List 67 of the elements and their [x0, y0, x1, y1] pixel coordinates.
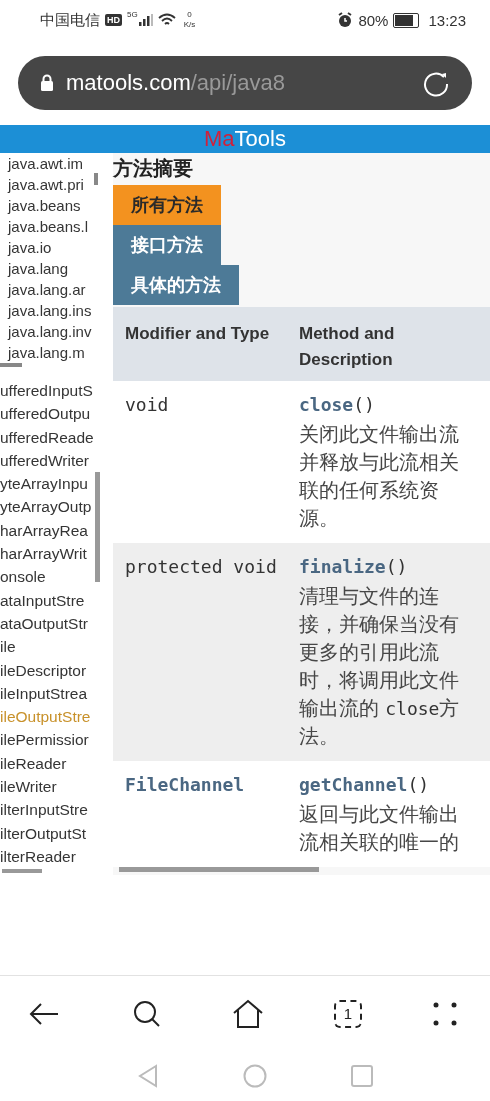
method-filter-tab[interactable]: 具体的方法 [113, 265, 239, 305]
method-description: 返回与此文件输出流相关联的唯一的 [299, 802, 460, 856]
method-description: 关闭此文件输出流并释放与此流相关联的任何系统资源。 [299, 422, 460, 532]
carrier-name: 中国电信 [40, 10, 100, 30]
class-link[interactable]: ataInputStre [0, 588, 104, 612]
class-link[interactable]: harArrayRea [0, 518, 104, 543]
class-link[interactable]: ile [0, 635, 104, 659]
class-link[interactable]: ufferedWriter [0, 448, 104, 473]
class-link[interactable]: ufferedReade [0, 425, 104, 449]
scrollbar [2, 869, 42, 873]
package-link[interactable]: java.beans.l [8, 216, 104, 237]
package-link[interactable]: java.io [8, 237, 104, 258]
class-link[interactable]: ileWriter [0, 775, 104, 799]
package-link[interactable]: java.lang [8, 258, 104, 279]
type-text: void [125, 394, 169, 415]
speed-value: 0 [187, 10, 192, 20]
class-link[interactable]: ilterInputStre [0, 798, 104, 822]
alarm-icon [337, 12, 354, 28]
class-link[interactable]: ileInputStrea [0, 681, 104, 706]
class-link[interactable]: ataOutputStr [0, 611, 104, 636]
battery-icon [393, 12, 420, 28]
type-text: protected void [125, 556, 277, 577]
scrollbar [94, 173, 98, 185]
class-link[interactable]: onsole [0, 565, 104, 589]
scrollbar [0, 363, 22, 367]
hd-badge: HD [105, 14, 122, 26]
method-filter-tab[interactable]: 所有方法 [113, 185, 221, 225]
class-link[interactable]: ufferedOutpu [0, 402, 104, 426]
home-icon[interactable] [232, 998, 264, 1029]
class-link[interactable]: ilterReader [0, 844, 104, 869]
package-link[interactable]: java.lang.ins [8, 300, 104, 321]
more-icon[interactable] [432, 1000, 458, 1027]
class-link[interactable]: yteArrayOutp [0, 495, 104, 519]
address-bar[interactable]: matools.com/api/java8 [18, 55, 472, 110]
search-icon[interactable] [132, 998, 162, 1029]
battery-percent: 80% [358, 11, 389, 29]
method-signature[interactable]: finalize() [299, 556, 408, 577]
package-link[interactable]: java.lang.ar [8, 279, 104, 300]
class-link[interactable]: harArrayWrit [0, 542, 104, 566]
signal-icon [138, 14, 153, 26]
clock-time: 13:23 [428, 11, 466, 29]
wifi-icon [157, 13, 176, 27]
site-logo[interactable]: MaTools [204, 126, 286, 152]
class-link[interactable]: ilePermissior [0, 728, 104, 752]
type-link[interactable]: FileChannel [125, 774, 245, 795]
method-signature[interactable]: close() [299, 394, 375, 415]
section-heading: 方法摘要 [113, 156, 193, 181]
package-link[interactable]: java.awt.pri [8, 174, 104, 195]
method-filter-tab[interactable]: 接口方法 [113, 225, 221, 265]
method-description: 清理与文件的连接，并确保当没有更多的引用此流时，将调用此文件输出流的 close方法。 [299, 584, 461, 750]
package-link[interactable]: java.lang.m [8, 342, 104, 363]
class-link[interactable]: ileDescriptor [0, 658, 104, 682]
network-type: 5G [127, 10, 138, 19]
method-signature[interactable]: getChannel() [299, 774, 430, 795]
lock-icon [40, 74, 54, 91]
column-header: Modifier and Type [125, 324, 270, 343]
url-text: matools.com/api/java8 [66, 69, 285, 96]
speed-unit: K/s [183, 20, 196, 30]
column-header: Method and Description [299, 324, 395, 369]
class-link[interactable]: yteArrayInpu [0, 472, 104, 496]
package-link[interactable]: java.awt.im [8, 153, 104, 174]
class-link[interactable]: ufferedInputS [0, 379, 104, 403]
class-link[interactable]: ileReader [0, 751, 104, 776]
package-link[interactable]: java.lang.inv [8, 321, 104, 342]
class-link[interactable]: ilterOutputSt [0, 821, 104, 845]
tabs-button[interactable]: 1 [334, 999, 362, 1028]
package-link[interactable]: java.beans [8, 195, 104, 216]
